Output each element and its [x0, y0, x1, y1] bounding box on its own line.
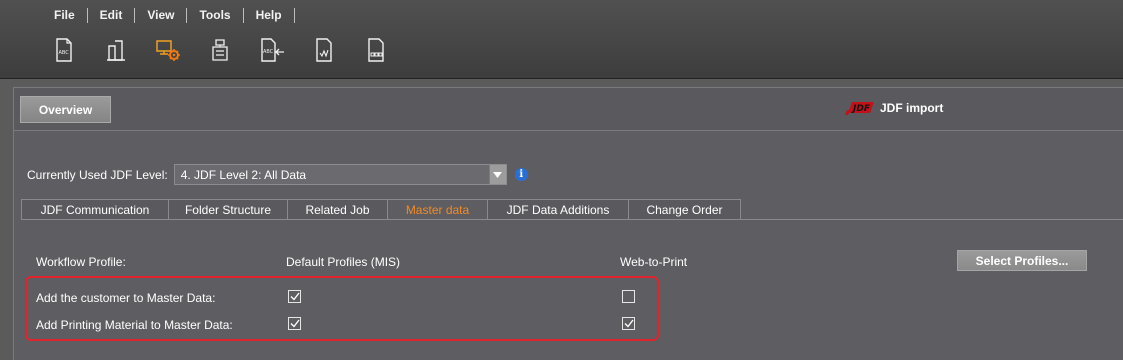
workflow-profile-header: Workflow Profile: [36, 255, 126, 269]
menu-tools[interactable]: Tools [187, 8, 242, 22]
menu-help[interactable]: Help [244, 8, 294, 22]
info-icon[interactable]: i [514, 168, 528, 181]
top-bar: File Edit View Tools Help ABC ABC [0, 0, 1123, 79]
jdf-level-row: Currently Used JDF Level: 4. JDF Level 2… [27, 164, 528, 185]
tab-master-data[interactable]: Master data [387, 199, 488, 219]
tab-related-job[interactable]: Related Job [287, 199, 388, 219]
menu-file[interactable]: File [42, 8, 87, 22]
add-printing-material-default-checkbox[interactable] [288, 317, 301, 330]
add-customer-web-checkbox[interactable] [622, 290, 635, 303]
job-ticket-icon [212, 39, 228, 61]
settings-computer-icon [156, 40, 180, 61]
add-printing-material-label: Add Printing Material to Master Data: [36, 318, 233, 332]
page-title: JDF import [880, 101, 944, 115]
menu-separator [293, 7, 295, 23]
book-button[interactable] [100, 36, 132, 64]
tab-change-order[interactable]: Change Order [628, 199, 741, 219]
web-to-print-header: Web-to-Print [620, 255, 688, 269]
panel-header: Overview JDF JDF import [14, 88, 1123, 131]
tab-jdf-data-additions[interactable]: JDF Data Additions [487, 199, 629, 219]
sequence-document-icon [368, 38, 384, 62]
sequence-document-button[interactable] [360, 36, 392, 64]
svg-text:ABC: ABC [263, 49, 274, 55]
checkmark-icon [290, 292, 300, 301]
book-icon [107, 40, 125, 61]
tab-jdf-communication[interactable]: JDF Communication [21, 199, 169, 219]
add-customer-default-checkbox[interactable] [288, 290, 301, 303]
abc-document-button[interactable]: ABC [48, 36, 80, 64]
jdf-level-value: 4. JDF Level 2: All Data [180, 167, 307, 182]
jdf-import-title: JDF JDF import [844, 99, 943, 117]
checkmark-icon [290, 319, 300, 328]
settings-computer-button[interactable] [152, 36, 184, 64]
abc-import-button[interactable]: ABC [256, 36, 288, 64]
menu-edit[interactable]: Edit [88, 8, 135, 22]
job-ticket-button[interactable] [204, 36, 236, 64]
default-profiles-header: Default Profiles (MIS) [286, 255, 401, 269]
select-profiles-button[interactable]: Select Profiles... [957, 250, 1087, 271]
jdf-level-label: Currently Used JDF Level: [27, 167, 168, 182]
add-customer-label: Add the customer to Master Data: [36, 291, 216, 305]
add-printing-material-web-checkbox[interactable] [622, 317, 635, 330]
jdf-level-dropdown[interactable]: 4. JDF Level 2: All Data [173, 164, 507, 185]
chevron-down-icon[interactable] [488, 165, 506, 184]
svg-text:ABC: ABC [59, 50, 70, 56]
tab-divider [21, 219, 1123, 220]
tab-bar: JDF Communication Folder Structure Relat… [21, 199, 741, 219]
abc-document-icon: ABC [56, 38, 72, 62]
menu-view[interactable]: View [135, 8, 186, 22]
svg-text:JDF: JDF [851, 104, 871, 114]
menu-bar: File Edit View Tools Help [42, 6, 295, 24]
checkmark-icon [624, 319, 634, 328]
overview-button[interactable]: Overview [20, 96, 111, 123]
signature-document-icon [316, 38, 332, 62]
signature-document-button[interactable] [308, 36, 340, 64]
jdf-import-panel: Overview JDF JDF import Currently Used J… [13, 87, 1123, 360]
toolbar: ABC ABC [48, 36, 412, 66]
abc-import-icon: ABC [261, 38, 284, 62]
jdf-logo-icon: JDF [845, 102, 874, 115]
tab-folder-structure[interactable]: Folder Structure [168, 199, 288, 219]
